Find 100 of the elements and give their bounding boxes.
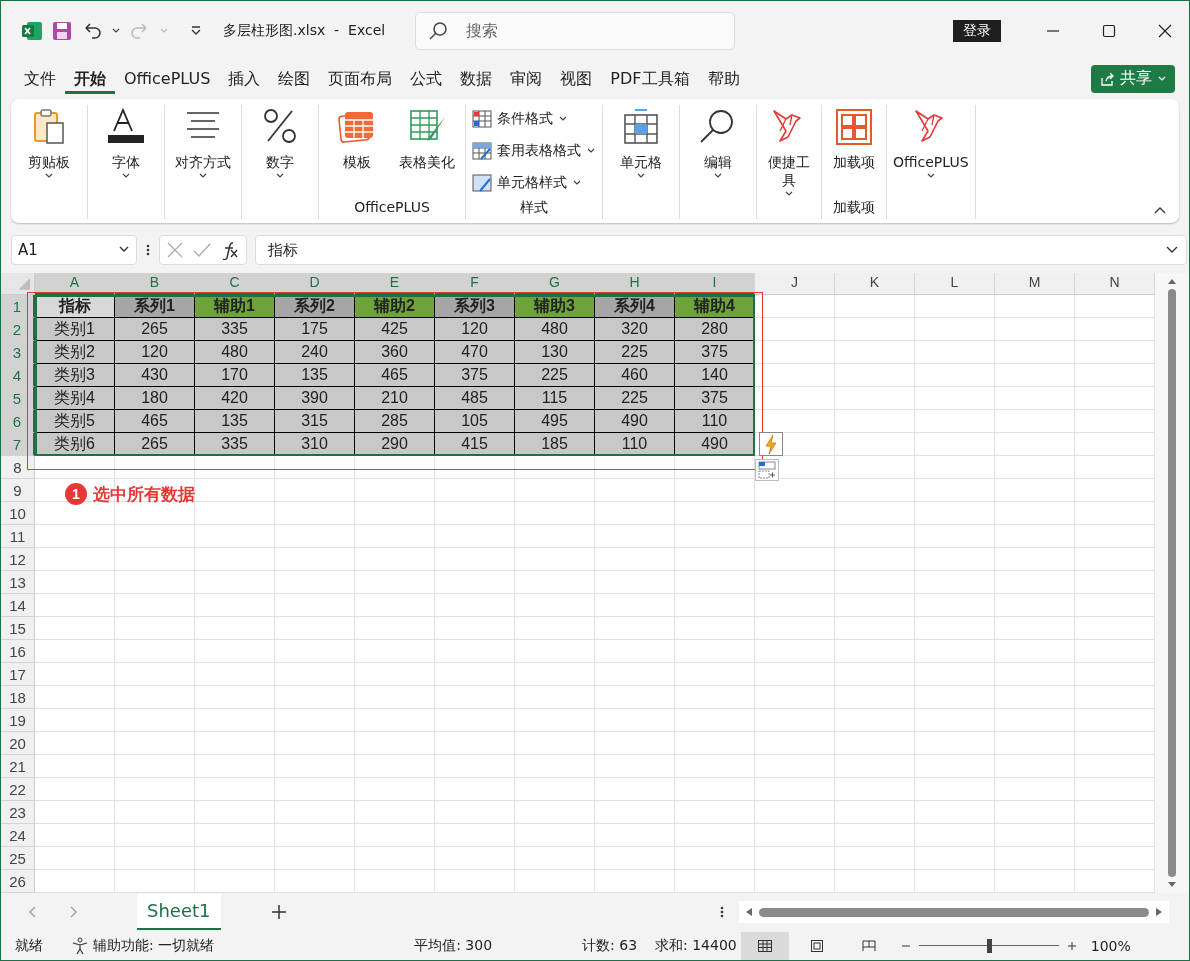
- row-header[interactable]: 17: [1, 662, 35, 686]
- search-field[interactable]: 搜索: [415, 11, 736, 50]
- row-header[interactable]: 20: [1, 731, 35, 755]
- formula-input[interactable]: 指标: [255, 235, 1187, 265]
- more-options-icon[interactable]: [145, 243, 151, 257]
- row-header[interactable]: 15: [1, 616, 35, 640]
- window-title: 多层柱形图.xlsx - Excel: [223, 21, 386, 40]
- column-header[interactable]: L: [915, 272, 995, 295]
- ribbon-button[interactable]: 便捷工具: [763, 105, 815, 200]
- scrollbar-thumb[interactable]: [759, 907, 1149, 917]
- ribbon-button[interactable]: 剪贴板: [17, 105, 81, 200]
- zoom-in-icon[interactable]: [1066, 941, 1077, 951]
- column-header[interactable]: F: [435, 272, 515, 295]
- quick-analysis-icon[interactable]: [755, 458, 779, 481]
- row-header[interactable]: 9: [1, 478, 35, 502]
- insert-function-icon[interactable]: [220, 240, 240, 260]
- normal-view-icon[interactable]: [740, 932, 789, 960]
- row-header[interactable]: 25: [1, 846, 35, 870]
- menu-tab[interactable]: 插入: [219, 63, 270, 94]
- cell-style-icon: [472, 174, 492, 193]
- row-header[interactable]: 26: [1, 869, 35, 893]
- slider-thumb[interactable]: [986, 939, 992, 953]
- menu-tab[interactable]: 页面布局: [319, 63, 402, 94]
- ribbon-button[interactable]: 模板: [325, 105, 389, 200]
- table-cell: 315: [275, 409, 355, 433]
- add-sheet-icon[interactable]: [270, 904, 287, 921]
- ribbon-button[interactable]: 单元格样式: [472, 171, 596, 196]
- column-header[interactable]: M: [995, 272, 1075, 295]
- maximize-icon[interactable]: [1101, 22, 1117, 39]
- column-header[interactable]: N: [1075, 272, 1155, 295]
- menu-tab[interactable]: 数据: [451, 63, 502, 94]
- ribbon-button[interactable]: 加载项: [828, 105, 880, 200]
- horizontal-scrollbar[interactable]: [739, 901, 1169, 924]
- name-box[interactable]: A1: [11, 235, 137, 265]
- row-header[interactable]: 19: [1, 708, 35, 732]
- vertical-scrollbar[interactable]: [1155, 272, 1189, 893]
- close-icon[interactable]: [1157, 22, 1173, 39]
- column-header[interactable]: D: [275, 272, 355, 295]
- column-header[interactable]: I: [675, 272, 755, 295]
- column-header[interactable]: E: [355, 272, 435, 295]
- row-header[interactable]: 12: [1, 547, 35, 571]
- menu-tab[interactable]: 审阅: [501, 63, 552, 94]
- table-cell: 460: [595, 363, 675, 387]
- column-header[interactable]: H: [595, 272, 675, 295]
- group-label: 样式: [520, 199, 548, 216]
- ribbon-button[interactable]: 单元格: [609, 105, 673, 200]
- table-cell: 120: [435, 317, 515, 341]
- column-header[interactable]: K: [835, 272, 915, 295]
- table-cell: 430: [115, 363, 195, 387]
- menu-tab[interactable]: 绘图: [269, 63, 320, 94]
- step-number-badge: 1: [65, 483, 87, 506]
- accessibility-status[interactable]: 辅助功能: 一切就绪: [93, 937, 215, 955]
- menu-tab[interactable]: 视图: [551, 63, 602, 94]
- accessibility-icon[interactable]: [71, 937, 89, 955]
- scrollbar-thumb[interactable]: [1168, 288, 1176, 877]
- flash-fill-icon[interactable]: [759, 431, 783, 456]
- column-header[interactable]: C: [195, 272, 275, 295]
- sign-in-button[interactable]: 登录: [953, 19, 1001, 42]
- row-header[interactable]: 21: [1, 754, 35, 778]
- table-cell: 390: [275, 386, 355, 410]
- column-header[interactable]: J: [755, 272, 835, 295]
- ribbon-button[interactable]: 条件格式: [472, 107, 596, 132]
- table-cell: 240: [275, 340, 355, 364]
- ribbon-button[interactable]: 对齐方式: [171, 105, 235, 200]
- row-header[interactable]: 14: [1, 593, 35, 617]
- ribbon-button[interactable]: 编辑: [686, 105, 750, 200]
- ribbon-button[interactable]: 字体: [94, 105, 158, 200]
- row-header[interactable]: 22: [1, 777, 35, 801]
- menu-tab[interactable]: 开始: [65, 63, 115, 94]
- collapse-ribbon-icon[interactable]: [1153, 205, 1167, 216]
- row-header[interactable]: 11: [1, 524, 35, 548]
- ribbon-button[interactable]: 数字: [248, 105, 312, 200]
- row-header[interactable]: 24: [1, 823, 35, 847]
- row-header[interactable]: 13: [1, 570, 35, 594]
- group-label: OfficePLUS: [354, 199, 430, 216]
- row-header[interactable]: 18: [1, 685, 35, 709]
- zoom-level[interactable]: 100%: [1090, 938, 1131, 954]
- sheet-tab[interactable]: Sheet1: [137, 894, 221, 931]
- more-options-icon[interactable]: [719, 905, 725, 920]
- ribbon-button[interactable]: OfficePLUS: [893, 105, 969, 200]
- menu-tab[interactable]: OfficePLUS: [115, 63, 220, 94]
- column-header[interactable]: G: [515, 272, 595, 295]
- menu-tab[interactable]: 公式: [401, 63, 452, 94]
- ribbon-button[interactable]: 套用表格格式: [472, 139, 596, 164]
- expand-icon[interactable]: [1165, 245, 1179, 255]
- table-cell: 470: [435, 340, 515, 364]
- menu-tab[interactable]: 文件: [15, 63, 65, 94]
- row-header[interactable]: 23: [1, 800, 35, 824]
- menu-tab[interactable]: 帮助: [698, 63, 749, 94]
- column-header[interactable]: B: [115, 272, 195, 295]
- share-button[interactable]: 共享: [1091, 64, 1175, 93]
- ribbon-button[interactable]: 表格美化: [395, 105, 459, 200]
- column-header[interactable]: A: [35, 272, 115, 295]
- table-cell: 175: [275, 317, 355, 341]
- menu-tab[interactable]: PDF工具箱: [601, 63, 699, 94]
- save-icon[interactable]: [51, 19, 73, 42]
- table-cell: 480: [195, 340, 275, 364]
- spreadsheet-app-icon[interactable]: [21, 19, 43, 42]
- row-header[interactable]: 10: [1, 501, 35, 525]
- row-header[interactable]: 16: [1, 639, 35, 663]
